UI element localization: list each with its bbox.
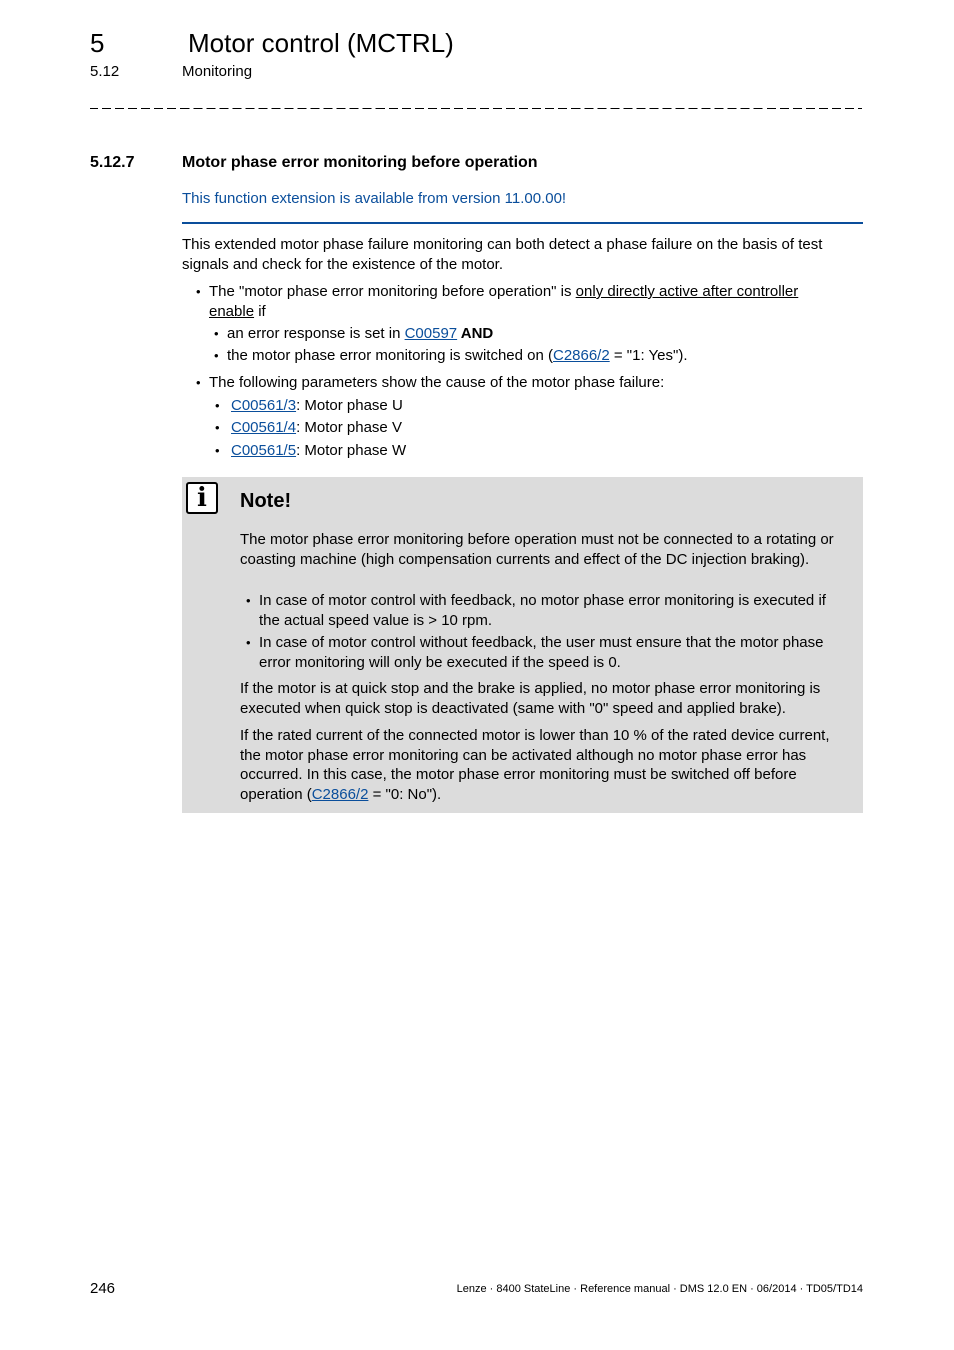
note-bullet-feedback: In case of motor control with feedback, … <box>259 592 826 629</box>
bullet-cause-parameters: The following parameters show the cause … <box>209 374 665 391</box>
bullet-dot: • <box>246 635 251 650</box>
param-item: C00561/5: Motor phase W <box>231 441 406 461</box>
link-c2866-2[interactable]: C2866/2 <box>312 786 369 803</box>
bullet-dot: • <box>246 593 251 608</box>
param-item: C00561/4: Motor phase V <box>231 418 402 438</box>
note-title: Note! <box>240 490 292 512</box>
note-paragraph: If the motor is at quick stop and the br… <box>240 680 821 717</box>
subsection-title: Motor phase error monitoring before oper… <box>182 154 538 171</box>
bold-and: AND <box>457 325 494 342</box>
bullet-dot: • <box>215 398 220 413</box>
param-item: C00561/3: Motor phase U <box>231 396 403 416</box>
section-number: 5.12 <box>90 63 120 80</box>
bullet-text: the motor phase error monitoring is swit… <box>227 347 553 364</box>
bullet-text: if <box>254 302 266 320</box>
link-c00561-5[interactable]: C00561/5 <box>231 442 296 459</box>
subsection-number: 5.12.7 <box>90 154 135 171</box>
bullet-text: = "1: Yes"). <box>609 347 688 364</box>
bullet-activation-condition: The "motor phase error monitoring before… <box>209 282 859 321</box>
param-label: : Motor phase W <box>296 442 407 459</box>
version-note-rule <box>182 222 863 224</box>
chapter-number: 5 <box>90 28 105 58</box>
underlined-text: only directly active after controller <box>575 283 799 300</box>
bullet-dot: • <box>196 284 201 299</box>
info-icon: i <box>186 482 218 514</box>
bullet-dot: • <box>214 326 219 341</box>
page-number: 246 <box>90 1280 116 1297</box>
note-paragraph: The motor phase error monitoring before … <box>240 531 834 568</box>
section-title: Monitoring <box>182 63 253 80</box>
note-bullet-no-feedback: In case of motor control without feedbac… <box>259 634 824 671</box>
sub-bullet-switched-on: the motor phase error monitoring is swit… <box>227 346 688 366</box>
link-c2866-2[interactable]: C2866/2 <box>553 347 610 364</box>
chapter-title: Motor control (MCTRL) <box>188 28 454 58</box>
footer-info: Lenze · 8400 StateLine · Reference manua… <box>456 1283 863 1295</box>
underlined-text: enable <box>209 302 255 320</box>
version-note: This function extension is available fro… <box>182 190 567 207</box>
link-c00561-3[interactable]: C00561/3 <box>231 397 296 414</box>
link-c00561-4[interactable]: C00561/4 <box>231 419 296 436</box>
bullet-text: an error response is set in <box>227 325 405 342</box>
header-divider <box>90 108 862 109</box>
bullet-dot: • <box>215 420 220 435</box>
note-paragraph: If the rated current of the connected mo… <box>240 726 850 804</box>
bullet-dot: • <box>214 348 219 363</box>
param-label: : Motor phase V <box>296 419 402 436</box>
intro-paragraph: This extended motor phase failure monito… <box>182 236 823 273</box>
bullet-dot: • <box>215 443 220 458</box>
sub-bullet-error-response: an error response is set in C00597 AND <box>227 324 493 344</box>
note-text: = "0: No"). <box>368 785 442 803</box>
param-label: : Motor phase U <box>296 397 403 414</box>
bullet-dot: • <box>196 375 201 390</box>
link-c00597[interactable]: C00597 <box>405 325 458 342</box>
bullet-text: The "motor phase error monitoring before… <box>209 283 576 300</box>
